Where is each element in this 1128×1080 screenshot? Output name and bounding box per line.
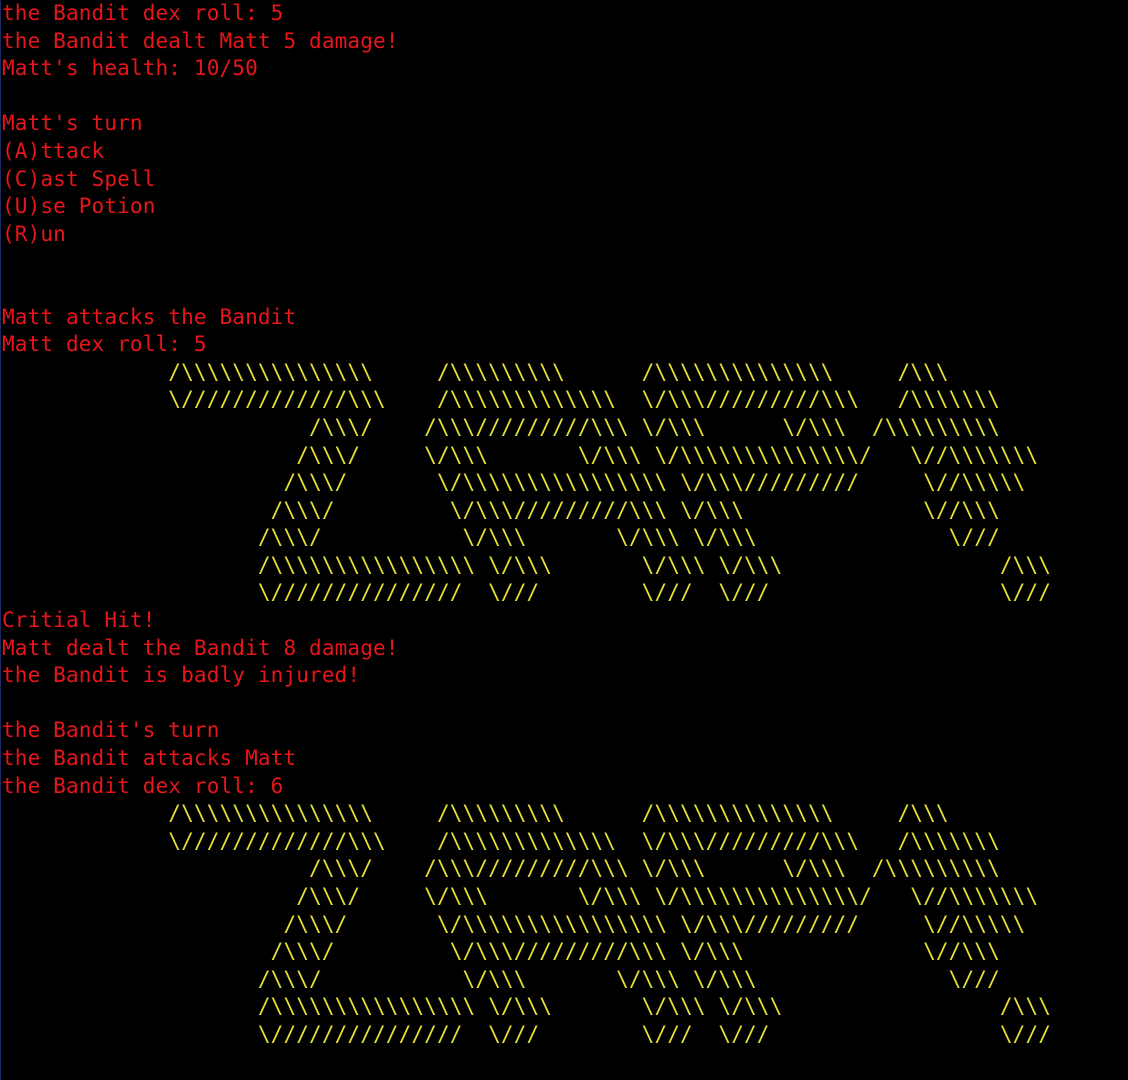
zap-art-line: /\\\/ \/\\\/////////\\\ \/\\\ \//\\\ — [2, 497, 1000, 522]
zap-art-line: /\\\\\\\\\\\\\\\\ \/\\\ \/\\\ \/\\\ /\\\ — [2, 994, 1052, 1019]
zap-art-line: \/////////////\\\ /\\\\\\\\\\\\\ \/\\\//… — [2, 387, 1000, 412]
bandit-attacks-line: the Bandit attacks Matt — [2, 746, 297, 771]
console-window[interactable]: the Bandit dex roll: 5 the Bandit dealt … — [0, 0, 1128, 1080]
zap-art-line: /\\\/ \/\\\\\\\\\\\\\\\\ \/\\\///////// … — [2, 911, 1026, 936]
zap-art-line: /\\\/ \/\\\ \/\\\ \/\\\\\\\\\\\\\\/ \//\… — [2, 442, 1039, 467]
zap-art-line: /\\\/ /\\\/////////\\\ \/\\\ \/\\\ /\\\\… — [2, 856, 1000, 881]
matt-health-line: Matt's health: 10/50 — [2, 56, 258, 81]
zap-ascii-art: /\\\\\\\\\\\\\\\ /\\\\\\\\\ /\\\\\\\\\\\… — [1, 359, 1128, 607]
bandit-turn-line: the Bandit's turn — [2, 718, 220, 743]
zap-art-line: /\\\\\\\\\\\\\\\ /\\\\\\\\\ /\\\\\\\\\\\… — [2, 359, 949, 384]
zap-art-line: /\\\/ /\\\/////////\\\ \/\\\ \/\\\ /\\\\… — [2, 414, 1000, 439]
zap-art-line: /\\\/ \/\\\ \/\\\ \/\\\ \/// — [2, 525, 1000, 550]
bandit-damage-line: the Bandit dealt Matt 5 damage! — [2, 28, 399, 53]
zap-art-line: /\\\/ \/\\\ \/\\\ \/\\\\\\\\\\\\\\/ \//\… — [2, 884, 1039, 908]
zap-art-line: /\\\\\\\\\\\\\\\\ \/\\\ \/\\\ \/\\\ /\\\ — [2, 552, 1052, 577]
zap-art-line: \/////////////// \/// \/// \/// \/// — [2, 580, 1052, 605]
zap-ascii-art: /\\\\\\\\\\\\\\\ /\\\\\\\\\ /\\\\\\\\\\\… — [1, 800, 1128, 1048]
critical-hit-line: Critial Hit! — [2, 608, 156, 633]
matt-attacks-line: Matt attacks the Bandit — [2, 304, 297, 329]
bandit-dex-roll-line-2: the Bandit dex roll: 6 — [2, 773, 284, 798]
menu-option-use-potion: (U)se Potion — [2, 194, 156, 219]
zap-art-line: /\\\/ \/\\\\\\\\\\\\\\\\ \/\\\///////// … — [2, 470, 1026, 495]
zap-art-line: /\\\/ \/\\\/////////\\\ \/\\\ \//\\\ — [2, 939, 1000, 964]
matt-dex-roll-line: Matt dex roll: 5 — [2, 332, 207, 357]
bandit-dex-roll-line: the Bandit dex roll: 5 — [2, 1, 284, 25]
zap-art-line: \/////////////\\\ /\\\\\\\\\\\\\ \/\\\//… — [2, 828, 1000, 853]
matt-damage-line: Matt dealt the Bandit 8 damage! — [2, 635, 399, 660]
bandit-injured-line: the Bandit is badly injured! — [2, 663, 361, 688]
zap-art-line: /\\\\\\\\\\\\\\\ /\\\\\\\\\ /\\\\\\\\\\\… — [2, 801, 949, 826]
menu-option-cast-spell: (C)ast Spell — [2, 166, 156, 191]
menu-option-attack: (A)ttack — [2, 138, 105, 163]
zap-art-line: /\\\/ \/\\\ \/\\\ \/\\\ \/// — [2, 966, 1000, 991]
zap-art-line: \/////////////// \/// \/// \/// \/// — [2, 1021, 1052, 1046]
matt-turn-line: Matt's turn — [2, 111, 143, 136]
menu-option-run: (R)un — [2, 221, 66, 246]
